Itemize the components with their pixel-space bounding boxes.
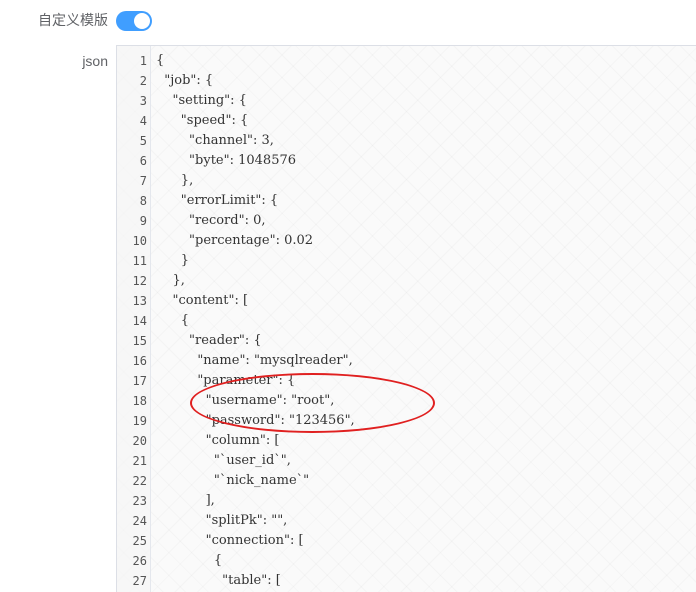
json-editor[interactable]: 1{2 "job": {3 "setting": {4 "speed": {5 … [116,45,696,592]
line-number: 11 [132,254,147,268]
line-number: 14 [132,314,147,328]
line-number: 4 [139,114,147,128]
code-line[interactable]: 2 "job": { [117,71,696,91]
code-line[interactable]: 22 "`nick_name`" [117,471,696,491]
line-text: "errorLimit": { [156,193,279,208]
line-number: 26 [132,554,147,568]
line-text: "byte": 1048576 [156,153,297,168]
form-page: 自定义模版 json 1{2 "job": {3 "setting": {4 "… [0,0,696,592]
code-lines[interactable]: 1{2 "job": {3 "setting": {4 "speed": {5 … [117,51,696,591]
line-number: 20 [132,434,147,448]
line-text: { [156,53,165,68]
line-number: 27 [132,574,147,588]
line-text: "reader": { [156,333,262,348]
line-number: 21 [132,454,147,468]
line-number: 17 [132,374,147,388]
line-text: "channel": 3, [156,133,274,148]
line-text: "name": "mysqlreader", [156,353,353,368]
line-text: "table": [ [156,573,281,588]
line-number: 18 [132,394,147,408]
line-number: 23 [132,494,147,508]
line-number: 6 [139,154,147,168]
line-text: ], [156,493,215,508]
code-line[interactable]: 1{ [117,51,696,71]
line-number: 19 [132,414,147,428]
code-line[interactable]: 17 "parameter": { [117,371,696,391]
code-line[interactable]: 19 "password": "123456", [117,411,696,431]
line-number: 13 [132,294,147,308]
line-text: "percentage": 0.02 [156,233,314,248]
line-number: 1 [139,54,147,68]
line-number: 7 [139,174,147,188]
code-line[interactable]: 25 "connection": [ [117,531,696,551]
line-text: { [156,313,190,328]
line-text: "splitPk": "", [156,513,288,528]
json-label: json [82,53,108,69]
line-number: 3 [139,94,147,108]
code-line[interactable]: 11 } [117,251,696,271]
line-number: 16 [132,354,147,368]
line-number: 24 [132,514,147,528]
custom-template-switch[interactable] [116,11,152,31]
line-text: "`user_id`", [156,453,291,468]
code-line[interactable]: 12 }, [117,271,696,291]
code-line[interactable]: 14 { [117,311,696,331]
line-text: }, [156,173,194,188]
code-line[interactable]: 6 "byte": 1048576 [117,151,696,171]
line-text: "job": { [156,73,214,88]
line-text: "speed": { [156,113,249,128]
code-line[interactable]: 15 "reader": { [117,331,696,351]
line-number: 15 [132,334,147,348]
code-line[interactable]: 21 "`user_id`", [117,451,696,471]
code-line[interactable]: 7 }, [117,171,696,191]
line-number: 22 [132,474,147,488]
line-text: "record": 0, [156,213,266,228]
line-number: 2 [139,74,147,88]
code-line[interactable]: 5 "channel": 3, [117,131,696,151]
code-line[interactable]: 8 "errorLimit": { [117,191,696,211]
code-line[interactable]: 26 { [117,551,696,571]
code-line[interactable]: 13 "content": [ [117,291,696,311]
code-line[interactable]: 23 ], [117,491,696,511]
code-line[interactable]: 16 "name": "mysqlreader", [117,351,696,371]
code-line[interactable]: 4 "speed": { [117,111,696,131]
line-text: "setting": { [156,93,247,108]
line-text: "password": "123456", [156,413,355,428]
code-line[interactable]: 18 "username": "root", [117,391,696,411]
line-text: "connection": [ [156,533,304,548]
line-number: 5 [139,134,147,148]
code-line[interactable]: 27 "table": [ [117,571,696,591]
line-number: 8 [139,194,147,208]
code-line[interactable]: 3 "setting": { [117,91,696,111]
line-text: { [156,553,223,568]
line-text: "content": [ [156,293,249,308]
line-number: 25 [132,534,147,548]
line-number: 9 [139,214,147,228]
line-text: "column": [ [156,433,280,448]
line-number: 10 [132,234,147,248]
switch-knob [134,13,150,29]
line-text: "parameter": { [156,373,296,388]
custom-template-label: 自定义模版 [38,12,108,28]
line-text: "username": "root", [156,393,335,408]
line-text: } [156,253,190,268]
line-text: "`nick_name`" [156,473,310,488]
line-text: }, [156,273,185,288]
code-line[interactable]: 9 "record": 0, [117,211,696,231]
code-line[interactable]: 24 "splitPk": "", [117,511,696,531]
line-number: 12 [132,274,147,288]
code-line[interactable]: 20 "column": [ [117,431,696,451]
code-line[interactable]: 10 "percentage": 0.02 [117,231,696,251]
